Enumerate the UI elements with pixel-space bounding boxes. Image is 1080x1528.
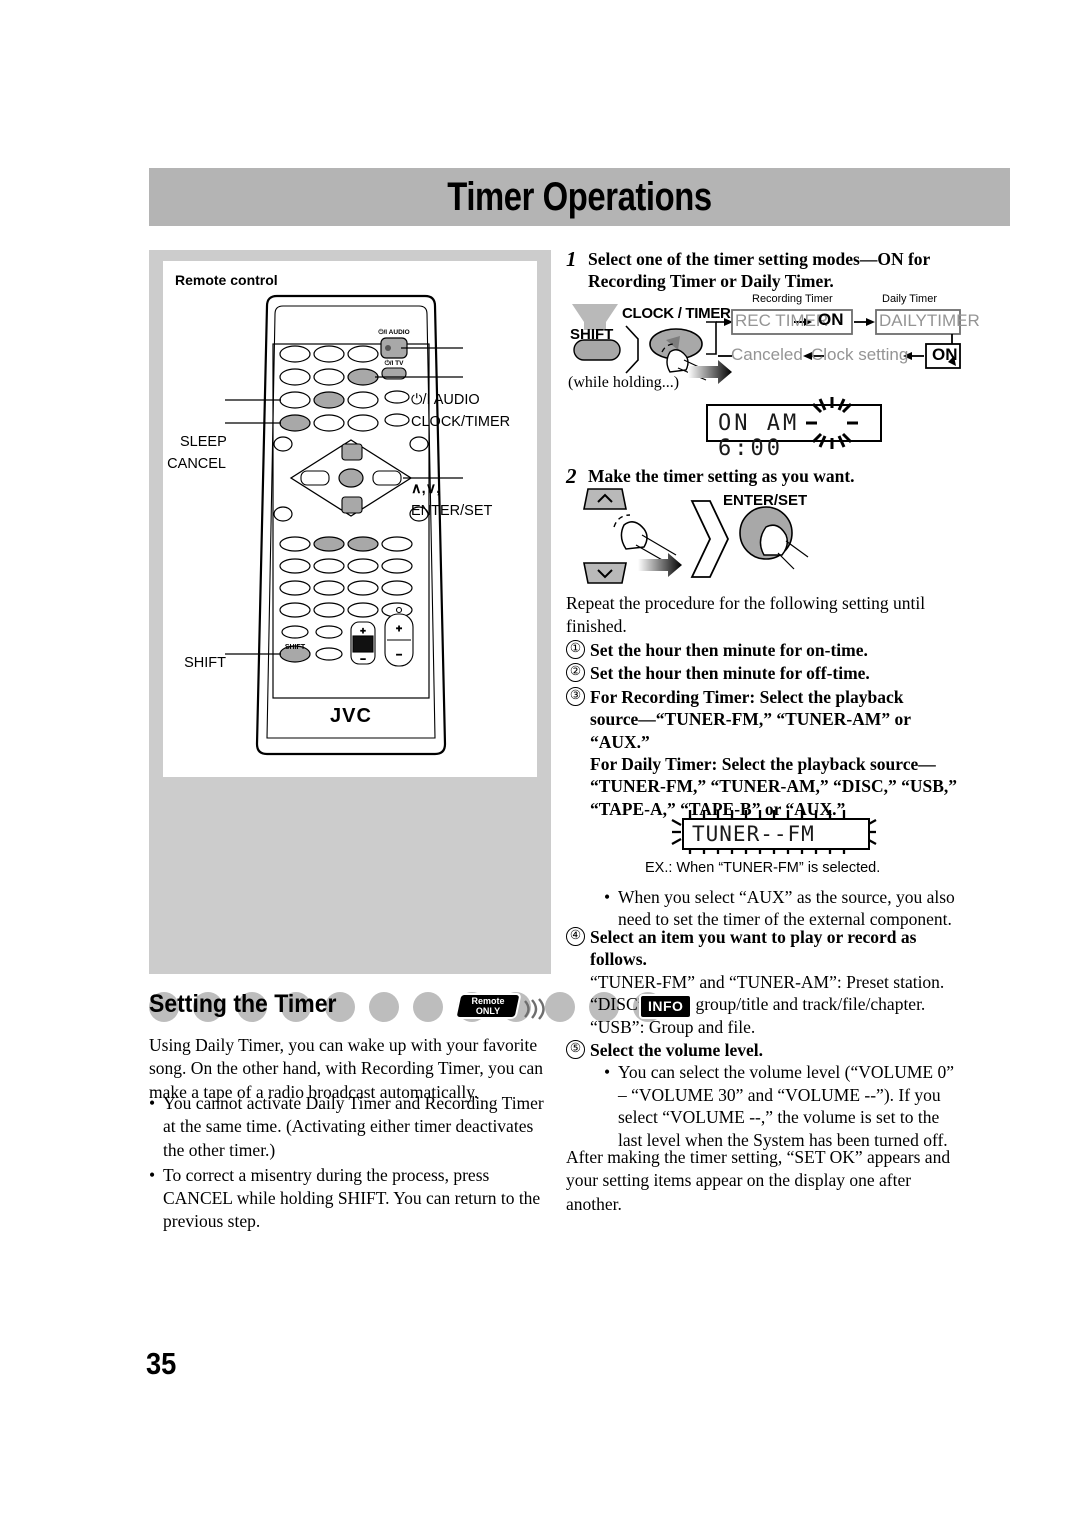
flow-box-daily-timer: DAILYTIMER [879, 311, 980, 330]
list-item-text: Set the hour then minute for on-time. [590, 640, 868, 660]
tuner-example-caption: EX.: When “TUNER-FM” is selected. [645, 860, 881, 876]
manual-page: Timer Operations Remote control ⏻/I AUDI… [0, 0, 1080, 1528]
svg-text:+: + [360, 626, 365, 636]
list-item-text: Select the volume level. [590, 1039, 764, 1060]
flow-box-rec-on: ON [818, 310, 844, 329]
lcd-display-tuner-fm: TUNER--FM [668, 810, 880, 854]
list-item-text: Select an item you want to play or recor… [590, 927, 917, 970]
list-item-line: For Recording Timer: Select the playback [590, 686, 904, 707]
flow-box-daily-on: ON [932, 345, 958, 364]
list-item: ④ Select an item you want to play or rec… [566, 926, 966, 1038]
list-item: ② Set the hour then minute for off-time. [566, 662, 966, 684]
list-item-number: ④ [566, 927, 585, 946]
svg-text:JVC: JVC [330, 705, 372, 727]
flow-box-rec-timer: REC TIMER [735, 311, 829, 330]
list-item-number: ③ [566, 686, 585, 706]
remote-only-badge-line1: Remote [471, 996, 505, 1006]
list-item: ⑤ Select the volume level. You can selec… [566, 1039, 966, 1151]
left-bullet-list: You cannot activate Daily Timer and Reco… [149, 1090, 551, 1234]
list-item-line: “TUNER-FM” and “TUNER-AM”: Preset statio… [590, 971, 945, 992]
page-title: Timer Operations [447, 174, 712, 219]
callout-power-audio: ⏻/I AUDIO [411, 392, 480, 408]
list-item-line: For Daily Timer: Select the playback sou… [590, 753, 936, 774]
list-item-line: “TUNER-FM,” “TUNER-AM,” “DISC,” “USB,” [590, 776, 958, 797]
repeat-procedure-text: Repeat the procedure for the following s… [566, 593, 926, 637]
remote-control-caption: Remote control [175, 272, 278, 288]
flow-clock-timer-label: CLOCK / TIMER [622, 305, 731, 322]
flow-box-clock-setting: Clock setting [811, 345, 909, 364]
ordered-settings-list-2: ④ Select an item you want to play or rec… [566, 925, 966, 1151]
volume-note: You can select the volume level (“VOLUME… [604, 1061, 966, 1151]
flow-while-holding-note: (while holding...) [568, 374, 680, 391]
callout-clock-timer: CLOCK/TIMER [411, 414, 511, 430]
svg-text:+: + [396, 624, 402, 635]
svg-text:⏻/I AUDIO: ⏻/I AUDIO [378, 328, 409, 336]
lcd-display-on-time: ON AM 6:00 [706, 397, 882, 461]
svg-text:−: − [396, 650, 402, 661]
svg-text:⏻/I TV: ⏻/I TV [385, 359, 405, 367]
remote-only-badge: Remote ONLY [454, 993, 522, 1019]
right-column: 1 Select one of the timer setting modes—… [566, 247, 966, 295]
info-badge: INFO [639, 994, 693, 1019]
callout-up-down: ∧,∨, [411, 481, 441, 497]
list-item-line: “AUX.” [590, 731, 650, 752]
enter-set-diagram [583, 488, 809, 584]
flash-burst-icon [806, 397, 858, 449]
ordered-settings-list: ① Set the hour then minute for on-time. … [566, 638, 966, 820]
section-title: Setting the Timer [149, 990, 337, 1018]
step-1-number: 1 [566, 247, 577, 271]
list-item: You cannot activate Daily Timer and Reco… [149, 1092, 551, 1162]
list-item-number: ② [566, 663, 585, 683]
callout-cancel: CANCEL [167, 456, 226, 472]
remote-only-badge-line2: ONLY [475, 1006, 501, 1016]
flow-shift-label: SHIFT [570, 326, 614, 343]
list-item: ① Set the hour then minute for on-time. [566, 639, 966, 661]
step-1-text: Select one of the timer setting modes—ON… [588, 249, 930, 292]
callout-shift: SHIFT [184, 655, 226, 671]
list-item-number: ① [566, 640, 585, 659]
page-number: 35 [146, 1346, 177, 1381]
closing-paragraph: After making the timer setting, “SET OK”… [566, 1147, 951, 1214]
section-heading: Setting the Timer Remote ONLY INFO [149, 988, 693, 1030]
lcd-tuner-text: TUNER--FM [692, 822, 815, 846]
svg-text:−: − [360, 654, 365, 664]
list-item-number: ⑤ [566, 1039, 585, 1059]
chapter-header-bar: Timer Operations [149, 168, 1010, 226]
step-1: 1 Select one of the timer setting modes—… [566, 247, 966, 293]
callout-enter-set: ENTER/SET [411, 503, 493, 519]
remote-control-illustration: ⏻/I AUDIO ⏻/I TV SHIFT + − + − JVC [163, 292, 537, 762]
list-item-line: “USB”: Group and file. [590, 1016, 756, 1037]
callout-sleep: SLEEP [180, 434, 227, 450]
ir-signal-icon [524, 998, 545, 1020]
list-item: ③ For Recording Timer: Select the playba… [566, 686, 966, 820]
svg-text:SHIFT: SHIFT [285, 644, 306, 651]
list-item: To correct a misentry during the process… [149, 1164, 551, 1234]
list-item-text: Set the hour then minute for off-time. [590, 663, 870, 684]
list-item-line: source—“TUNER-FM,” “TUNER-AM” or [590, 709, 911, 730]
flow-box-canceled: Canceled [731, 345, 803, 364]
step-2-number: 2 [566, 464, 577, 488]
